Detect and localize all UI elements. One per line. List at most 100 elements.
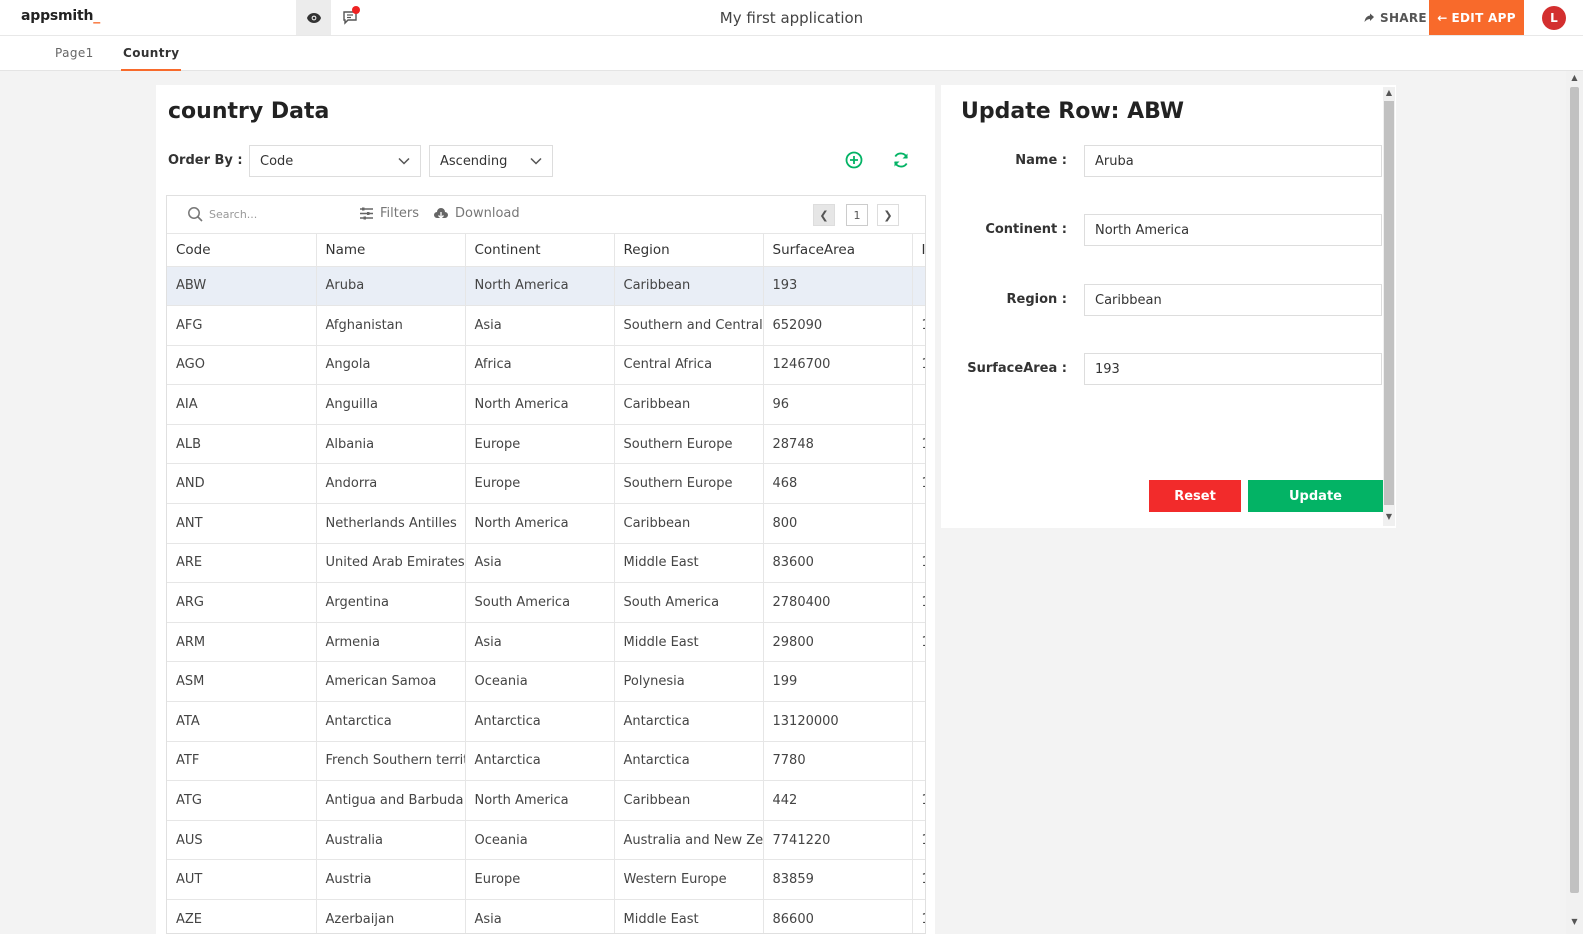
table-search-input[interactable]: Search... [187, 206, 257, 222]
table-cell: 193 [763, 266, 913, 307]
edit-app-button[interactable]: ← EDIT APP [1429, 0, 1524, 35]
share-button[interactable]: SHARE [1364, 11, 1427, 25]
add-circle-icon [845, 151, 863, 169]
page-scroll-thumb[interactable] [1570, 87, 1579, 893]
column-header[interactable]: SurfaceArea [763, 234, 913, 267]
region-input[interactable]: Caribbean [1084, 284, 1382, 316]
column-header[interactable]: Code [167, 234, 317, 267]
filters-button[interactable]: Filters [359, 206, 419, 221]
table-cell: Antarctica [614, 701, 764, 742]
table-cell: 1 [912, 463, 925, 505]
column-header[interactable]: Continent [465, 234, 615, 267]
column-header[interactable]: I [912, 234, 925, 267]
table-cell [912, 503, 925, 544]
form-scroll-thumb[interactable] [1384, 101, 1394, 505]
tab-page1[interactable]: Page1 [55, 46, 94, 60]
tab-country[interactable]: Country [120, 46, 182, 71]
appsmith-logo[interactable]: appsmith_ [21, 8, 100, 24]
prev-page-button[interactable]: ❮ [813, 204, 835, 226]
view-mode-button[interactable] [296, 0, 331, 35]
table-cell: 800 [763, 503, 913, 544]
table-cell: ALB [167, 424, 317, 465]
table-row[interactable]: ANT Netherlands Antilles North America Cari… [167, 503, 925, 544]
table-cell: AUT [167, 859, 317, 900]
order-by-select[interactable]: Code [249, 145, 421, 177]
column-header[interactable]: Region [614, 234, 764, 267]
table-cell: 1 [912, 305, 925, 346]
scroll-down-icon: ▼ [1571, 917, 1578, 926]
table-row[interactable]: ATFFrench Southern territoriesAntarctica… [167, 741, 925, 782]
continent-input[interactable]: North America [1084, 214, 1382, 246]
table-cell: 1 [912, 424, 925, 465]
table-row[interactable]: ANDAndorraEuropeSouthern Europe4681 [167, 463, 925, 505]
user-avatar[interactable]: L [1542, 6, 1566, 30]
table-row[interactable]: AUTAustriaEuropeWestern Europe838591 [167, 859, 925, 900]
table-body: ABW Aruba North America Caribbean 193 AFG Afgh… [167, 266, 925, 933]
table-cell: 1246700 [763, 345, 913, 386]
table-cell: AND [167, 463, 317, 505]
name-input[interactable]: Aruba [1084, 145, 1382, 177]
table-cell: Australia [316, 820, 466, 861]
continent-label: Continent : [985, 222, 1067, 237]
table-cell: 96 [763, 384, 913, 425]
table-row[interactable]: ARG Argentina South America South America 27… [167, 582, 925, 623]
table-cell: Angola [316, 345, 466, 386]
table-cell: American Samoa [316, 661, 466, 703]
table-row[interactable]: ARMArmeniaAsiaMiddle East298001 [167, 622, 925, 663]
table-row[interactable]: AGOAngolaAfricaCentral Africa12467001 [167, 345, 925, 386]
surfacearea-label: SurfaceArea : [967, 361, 1067, 376]
refresh-button[interactable] [890, 149, 912, 171]
table-cell: South America [614, 582, 764, 623]
table-title: country Data [168, 99, 330, 124]
table-row[interactable]: AZEAzerbaijanAsiaMiddle East866001 [167, 899, 925, 933]
table-cell [912, 266, 925, 307]
table-cell: United Arab Emirates [316, 543, 466, 584]
table-cell: Antarctica [614, 741, 764, 782]
table-row[interactable]: ATG Antigua and Barbuda North America Carib… [167, 780, 925, 821]
table-cell: Central Africa [614, 345, 764, 386]
table-cell: 652090 [763, 305, 913, 346]
comment-mode-button[interactable] [338, 4, 362, 30]
download-button[interactable]: Download [433, 206, 520, 221]
update-button[interactable]: Update [1248, 480, 1383, 512]
table-row[interactable]: ARE United Arab Emirates Asia Middle East 83… [167, 543, 925, 584]
table-cell: Caribbean [614, 266, 764, 307]
table-row[interactable]: AUSAustraliaOceaniaAustralia and New Zea… [167, 820, 925, 861]
table-row[interactable]: AFGAfghanistanAsiaSouthern and Central A… [167, 305, 925, 346]
table-cell: ATA [167, 701, 317, 742]
table-row[interactable]: ALBAlbaniaEuropeSouthern Europe287481 [167, 424, 925, 465]
next-page-button[interactable]: ❯ [877, 204, 899, 226]
table-cell: Australia and New Zealand [614, 820, 764, 861]
table-cell: 28748 [763, 424, 913, 465]
add-row-button[interactable] [843, 149, 865, 171]
table-cell: 1 [912, 622, 925, 663]
table-row[interactable]: ATA Antarctica Antarctica Antarctica 1312000… [167, 701, 925, 742]
surfacearea-input[interactable]: 193 [1084, 353, 1382, 385]
table-cell: Southern and Central Asia [614, 305, 764, 346]
order-by-label: Order By : [168, 153, 243, 168]
table-cell: Azerbaijan [316, 899, 466, 933]
chevron-right-icon: ❯ [883, 208, 893, 222]
table-cell: Antarctica [465, 701, 615, 742]
table-cell: 7780 [763, 741, 913, 782]
table-cell: 29800 [763, 622, 913, 663]
table-cell: Southern Europe [614, 463, 764, 505]
reset-button[interactable]: Reset [1149, 480, 1241, 512]
table-cell: Europe [465, 463, 615, 505]
table-row[interactable]: ABW Aruba North America Caribbean 193 [167, 266, 925, 307]
form-scrollbar[interactable]: ▲ ▼ [1383, 87, 1395, 526]
table-row[interactable]: AIA Anguilla North America Caribbean 96 [167, 384, 925, 425]
table-cell: Polynesia [614, 661, 764, 703]
column-header[interactable]: Name [316, 234, 466, 267]
page-scrollbar[interactable]: ▲ ▼ [1566, 71, 1583, 934]
table-cell: Armenia [316, 622, 466, 663]
table-cell: 1 [912, 780, 925, 821]
table-cell [912, 384, 925, 425]
table-cell: Southern Europe [614, 424, 764, 465]
filter-icon [360, 207, 373, 220]
download-icon [434, 207, 448, 219]
chevron-down-icon [398, 157, 410, 165]
sort-direction-select[interactable]: Ascending [429, 145, 553, 177]
table-cell: Caribbean [614, 503, 764, 544]
table-row[interactable]: ASM American Samoa Oceania Polynesia 199 [167, 661, 925, 703]
